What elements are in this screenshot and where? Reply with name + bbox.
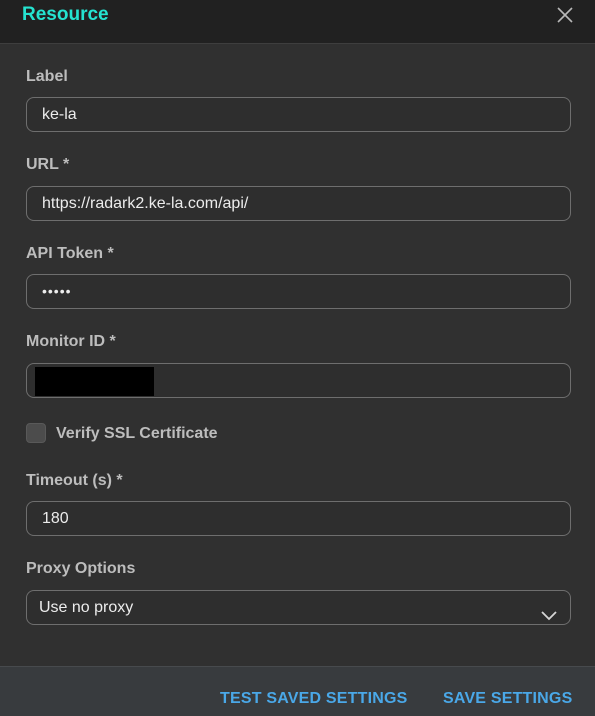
- url-input-value: https://radark2.ke-la.com/api/: [42, 195, 249, 212]
- chevron-down-icon: [540, 601, 558, 621]
- label-input[interactable]: ke-la: [26, 97, 571, 132]
- label-field-label: Label: [26, 68, 68, 85]
- save-settings-button[interactable]: SAVE SETTINGS: [443, 690, 572, 708]
- test-saved-settings-button[interactable]: TEST SAVED SETTINGS: [220, 690, 408, 708]
- url-field-label: URL *: [26, 156, 70, 173]
- timeout-input-value: 180: [42, 510, 69, 527]
- dialog-footer: TEST SAVED SETTINGS SAVE SETTINGS: [0, 666, 595, 716]
- proxy-field-label: Proxy Options: [26, 560, 136, 577]
- proxy-select[interactable]: Use no proxy: [26, 590, 571, 625]
- close-icon[interactable]: [556, 6, 574, 24]
- url-input[interactable]: https://radark2.ke-la.com/api/: [26, 186, 571, 221]
- api-token-input[interactable]: •••••: [26, 274, 571, 309]
- dialog-body: Label ke-la URL * https://radark2.ke-la.…: [0, 44, 595, 666]
- verify-ssl-label: Verify SSL Certificate: [56, 425, 218, 442]
- proxy-select-value: Use no proxy: [39, 599, 134, 616]
- dialog-title: Resource: [22, 4, 109, 25]
- monitor-id-field-label: Monitor ID *: [26, 333, 116, 350]
- timeout-input[interactable]: 180: [26, 501, 571, 536]
- verify-ssl-checkbox[interactable]: [26, 423, 46, 443]
- api-token-field-label: API Token *: [26, 245, 114, 262]
- redaction-block: [35, 367, 154, 396]
- api-token-input-value: •••••: [42, 283, 72, 299]
- monitor-id-input[interactable]: [26, 363, 571, 398]
- dialog-header: Resource: [0, 0, 595, 44]
- label-input-value: ke-la: [42, 106, 77, 123]
- timeout-field-label: Timeout (s) *: [26, 472, 123, 489]
- resource-dialog: Resource Label ke-la URL * https://radar…: [0, 0, 595, 716]
